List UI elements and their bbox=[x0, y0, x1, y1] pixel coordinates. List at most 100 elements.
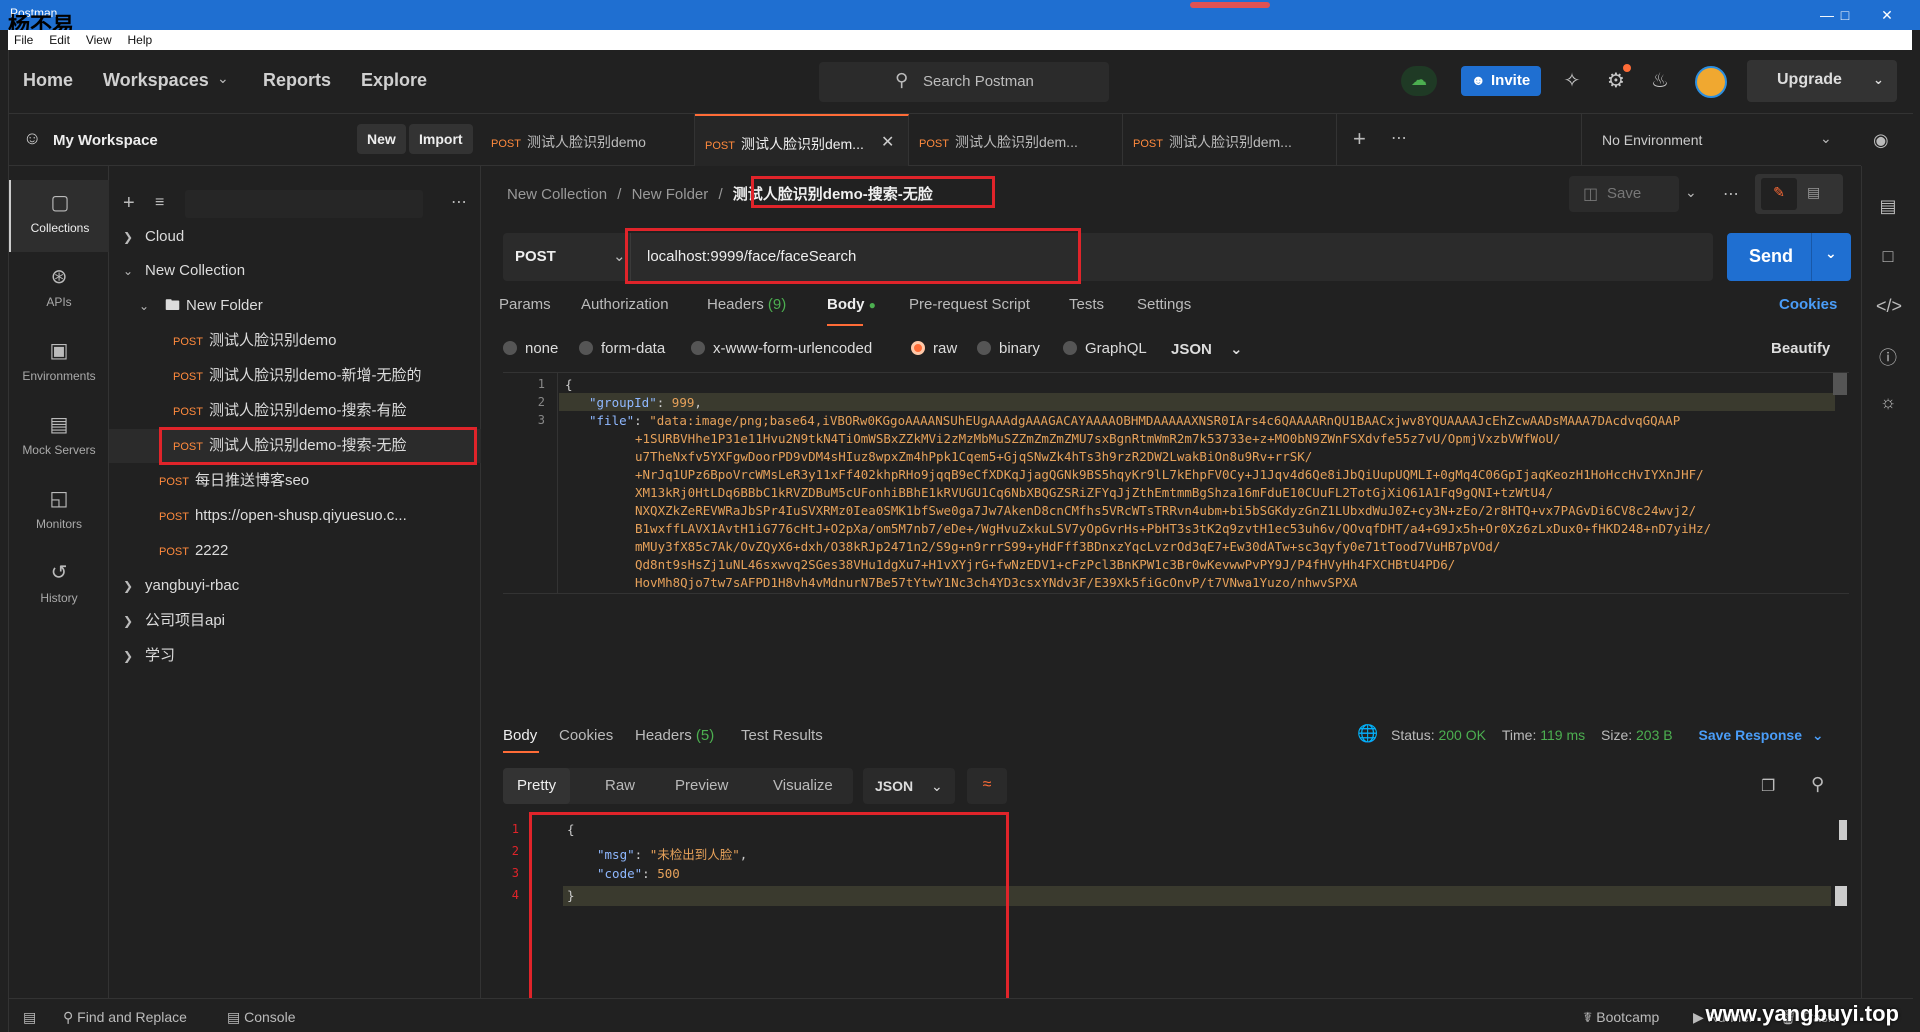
editor-scrollbar[interactable] bbox=[1839, 820, 1847, 840]
tree-request-item[interactable]: POST 测试人脸识别demo-搜索-有脸 bbox=[109, 394, 481, 428]
sidebar-item-monitors[interactable]: ◱ Monitors bbox=[9, 476, 109, 548]
response-tab-cookies[interactable]: Cookies bbox=[559, 727, 613, 744]
chevron-down-icon[interactable]: ⌄ bbox=[1685, 184, 1697, 201]
tab-settings[interactable]: Settings bbox=[1137, 296, 1191, 313]
sidebar-item-history[interactable]: ↺ History bbox=[9, 550, 109, 622]
tab-authorization[interactable]: Authorization bbox=[581, 296, 669, 313]
find-replace-button[interactable]: ⚲ Find and Replace bbox=[63, 1009, 187, 1026]
chevron-down-icon[interactable]: ⌄ bbox=[217, 70, 229, 87]
search-icon[interactable]: ⚲ bbox=[1811, 774, 1824, 795]
size-value[interactable]: 203 B bbox=[1636, 727, 1673, 743]
satellite-icon[interactable]: ✧ bbox=[1557, 68, 1587, 96]
maximize-button[interactable]: □ bbox=[1830, 4, 1860, 26]
add-collection-icon[interactable]: + bbox=[123, 192, 135, 215]
sync-status-icon[interactable]: ☁ bbox=[1401, 66, 1437, 96]
toggle-sidebar-icon[interactable]: ▤ bbox=[23, 1009, 36, 1026]
invite-button[interactable]: ☻ Invite bbox=[1461, 66, 1541, 96]
editor-scrollbar[interactable] bbox=[1833, 373, 1847, 395]
copy-icon[interactable]: ❐ bbox=[1761, 776, 1775, 796]
new-tab-icon[interactable]: + bbox=[1353, 126, 1366, 152]
environment-select[interactable]: No Environment ⌄ bbox=[1581, 114, 1861, 166]
tab-headers[interactable]: Headers (9) bbox=[707, 296, 786, 313]
menu-edit[interactable]: Edit bbox=[49, 30, 70, 50]
eye-icon[interactable]: ◉ bbox=[1873, 130, 1889, 151]
body-format-select[interactable]: JSON ⌄ bbox=[1171, 340, 1243, 358]
more-options-icon[interactable]: ⋯ bbox=[451, 192, 467, 212]
bootcamp-button[interactable]: ☤ Bootcamp bbox=[1583, 1009, 1659, 1026]
upgrade-button[interactable]: Upgrade ⌄ bbox=[1747, 60, 1897, 102]
info-icon[interactable]: ⓘ bbox=[1876, 344, 1900, 368]
breadcrumb-collection[interactable]: New Collection bbox=[507, 186, 607, 203]
collection-search-input[interactable] bbox=[185, 190, 423, 218]
view-visualize[interactable]: Visualize bbox=[759, 768, 847, 804]
tree-request-item[interactable]: POST 每日推送博客seo bbox=[109, 464, 481, 498]
save-response-button[interactable]: Save Response bbox=[1699, 727, 1803, 743]
editor-scrollbar-thumb[interactable] bbox=[1835, 886, 1847, 906]
view-pretty[interactable]: Pretty bbox=[503, 768, 571, 804]
time-value[interactable]: 119 ms bbox=[1540, 727, 1585, 743]
beautify-link[interactable]: Beautify bbox=[1771, 340, 1830, 357]
close-window-button[interactable]: ✕ bbox=[1872, 4, 1902, 26]
radio-form-data[interactable]: form-data bbox=[579, 340, 665, 357]
tab-body[interactable]: Body ● bbox=[827, 296, 876, 313]
comments-icon[interactable]: □ bbox=[1876, 246, 1900, 270]
save-button[interactable]: ◫ Save bbox=[1569, 176, 1679, 212]
lightbulb-icon[interactable]: ☼ bbox=[1876, 392, 1900, 416]
menu-help[interactable]: Help bbox=[128, 30, 153, 50]
tab-params[interactable]: Params bbox=[499, 296, 551, 313]
globe-icon[interactable]: 🌐 bbox=[1357, 724, 1378, 744]
close-icon[interactable]: ✕ bbox=[881, 132, 894, 152]
nav-workspaces[interactable]: Workspaces bbox=[103, 70, 209, 91]
tab-request-active[interactable]: POST 测试人脸识别dem... ✕ bbox=[695, 114, 909, 166]
console-button[interactable]: ▤ Console bbox=[227, 1009, 296, 1026]
avatar[interactable] bbox=[1695, 66, 1727, 98]
more-tabs-icon[interactable]: ⋯ bbox=[1391, 128, 1407, 148]
tree-collection-study[interactable]: ❯ 学习 bbox=[109, 639, 481, 673]
sidebar-item-apis[interactable]: ⊛ APIs bbox=[9, 254, 109, 326]
edit-mode-toggle[interactable]: ✎ ▤ bbox=[1755, 174, 1843, 214]
radio-raw[interactable]: raw bbox=[911, 340, 957, 357]
tab-request[interactable]: POST 测试人脸识别dem... bbox=[909, 114, 1123, 166]
sidebar-item-environments[interactable]: ▣ Environments bbox=[9, 328, 109, 400]
documentation-icon[interactable]: ▤ bbox=[1876, 196, 1900, 220]
sidebar-item-collections[interactable]: ▢ Collections bbox=[9, 180, 109, 252]
response-format-select[interactable]: JSON ⌄ bbox=[863, 768, 955, 804]
tree-request-item[interactable]: POST 2222 bbox=[109, 534, 481, 568]
wrap-lines-icon[interactable]: ≈ bbox=[967, 768, 1007, 804]
radio-urlencoded[interactable]: x-www-form-urlencoded bbox=[691, 340, 872, 357]
comment-icon[interactable]: ▤ bbox=[1807, 184, 1820, 201]
view-raw[interactable]: Raw bbox=[591, 768, 649, 804]
gear-icon[interactable]: ⚙ bbox=[1601, 68, 1631, 96]
response-tab-body[interactable]: Body bbox=[503, 727, 537, 744]
menu-view[interactable]: View bbox=[86, 30, 112, 50]
tree-request-item[interactable]: POST https://open-shusp.qiyuesuo.c... bbox=[109, 499, 481, 533]
workspace-name[interactable]: My Workspace bbox=[53, 132, 158, 149]
radio-binary[interactable]: binary bbox=[977, 340, 1040, 357]
request-body-editor[interactable]: 1 2 3 { "groupId": 999, "file": "data:im… bbox=[503, 372, 1849, 594]
sidebar-item-mock-servers[interactable]: ▤ Mock Servers bbox=[9, 402, 109, 474]
chevron-down-icon[interactable]: ⌄ bbox=[1812, 727, 1824, 743]
bell-icon[interactable]: ♨ bbox=[1645, 68, 1675, 96]
drag-handle[interactable] bbox=[1190, 2, 1270, 8]
more-options-icon[interactable]: ⋯ bbox=[1723, 184, 1739, 204]
import-button[interactable]: Import bbox=[409, 124, 473, 154]
code-icon[interactable]: </> bbox=[1876, 296, 1902, 320]
tab-request[interactable]: POST 测试人脸识别demo bbox=[481, 114, 695, 166]
tree-collection-cloud[interactable]: ❯ Cloud bbox=[109, 220, 481, 254]
breadcrumb-folder[interactable]: New Folder bbox=[632, 186, 709, 203]
pencil-icon[interactable]: ✎ bbox=[1761, 178, 1797, 210]
menu-file[interactable]: File bbox=[14, 30, 33, 50]
new-button[interactable]: New bbox=[357, 124, 406, 154]
tree-request-item[interactable]: POST 测试人脸识别demo bbox=[109, 324, 481, 358]
cookies-link[interactable]: Cookies bbox=[1779, 296, 1837, 313]
method-select[interactable]: POST ⌄ bbox=[503, 233, 631, 281]
response-tab-test-results[interactable]: Test Results bbox=[741, 727, 823, 744]
tab-tests[interactable]: Tests bbox=[1069, 296, 1104, 313]
view-preview[interactable]: Preview bbox=[661, 768, 742, 804]
nav-explore[interactable]: Explore bbox=[361, 70, 427, 91]
tree-collection-company[interactable]: ❯ 公司项目api bbox=[109, 604, 481, 638]
tree-collection-new[interactable]: ⌄ New Collection bbox=[109, 254, 481, 288]
nav-reports[interactable]: Reports bbox=[263, 70, 331, 91]
response-tab-headers[interactable]: Headers (5) bbox=[635, 727, 714, 744]
tab-request[interactable]: POST 测试人脸识别dem... bbox=[1123, 114, 1337, 166]
